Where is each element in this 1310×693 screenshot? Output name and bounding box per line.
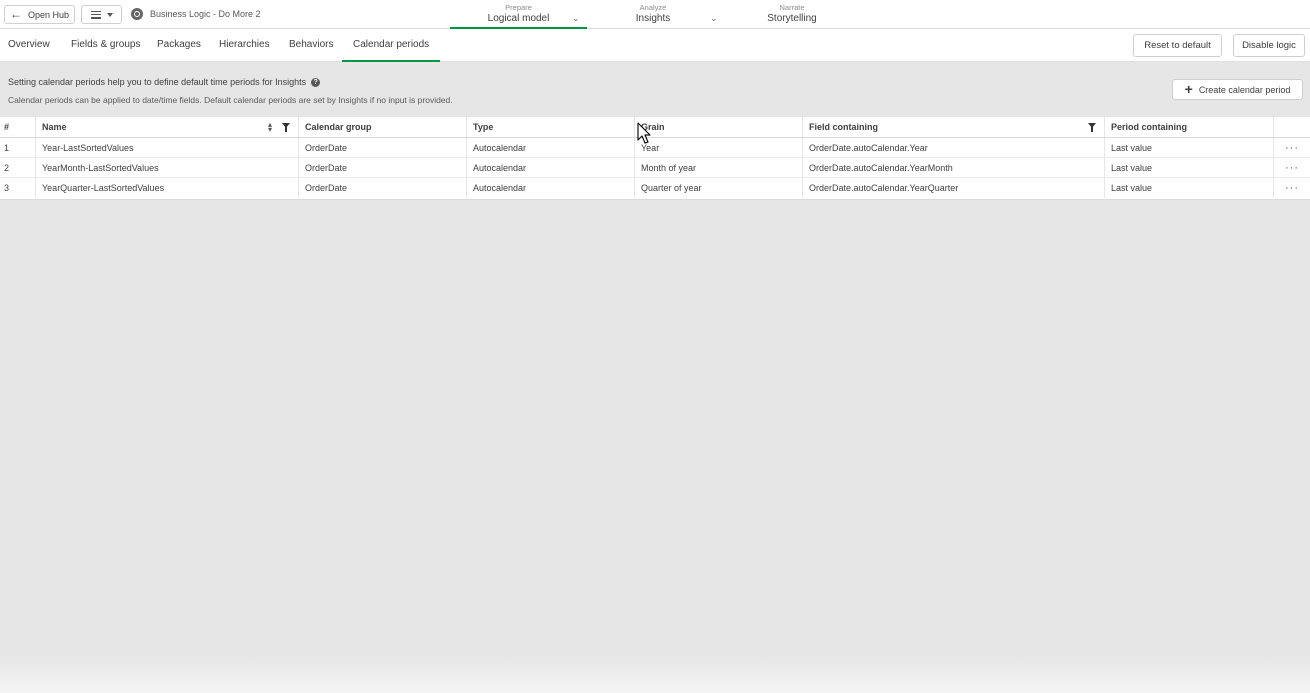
- mouse-cursor-icon: [637, 122, 651, 144]
- cell-field-containing: OrderDate.autoCalendar.Year: [803, 138, 1105, 157]
- table-row[interactable]: 2 YearMonth-LastSortedValues OrderDate A…: [0, 158, 1310, 178]
- cell-grain: Quarter of year: [635, 178, 803, 198]
- header-period-containing[interactable]: Period containing: [1105, 117, 1274, 137]
- cell-grain: Year: [635, 138, 803, 157]
- stage-narrate-label: Narrate: [779, 3, 805, 12]
- tab-bar: Overview Fields & groups Packages Hierar…: [0, 29, 1310, 62]
- cell-name: YearQuarter-LastSortedValues: [36, 178, 299, 198]
- header-field-containing-label: Field containing: [809, 122, 878, 132]
- plus-icon: +: [1184, 80, 1193, 97]
- cell-index: 1: [0, 138, 36, 157]
- cell-name: YearMonth-LastSortedValues: [36, 158, 299, 177]
- header-name[interactable]: Name ▴ ▾: [36, 117, 299, 137]
- back-arrow-icon: ←: [9, 7, 22, 21]
- header-field-containing[interactable]: Field containing: [803, 117, 1105, 137]
- header-index: #: [0, 117, 36, 137]
- cell-field-containing: OrderDate.autoCalendar.YearQuarter: [803, 178, 1105, 198]
- cell-calendar-group: OrderDate: [299, 158, 467, 177]
- reset-to-default-button[interactable]: Reset to default: [1133, 34, 1222, 57]
- table-header-row: # Name ▴ ▾ Calendar group Type Grain Fiel…: [0, 117, 1310, 138]
- top-bar: ← Open Hub Business Logic - Do More 2 Pr…: [0, 0, 1310, 29]
- more-icon[interactable]: ···: [1274, 158, 1310, 177]
- cell-field-containing: OrderDate.autoCalendar.YearMonth: [803, 158, 1105, 177]
- help-icon[interactable]: ?: [311, 77, 321, 87]
- tab-packages[interactable]: Packages: [157, 29, 201, 62]
- tab-calendar-periods[interactable]: Calendar periods: [342, 29, 441, 62]
- header-type[interactable]: Type: [467, 117, 635, 137]
- caret-down-icon: [106, 12, 113, 17]
- info-subtitle: Calendar periods can be applied to date/…: [8, 95, 453, 105]
- calendar-periods-table: # Name ▴ ▾ Calendar group Type Grain Fiel…: [0, 117, 1310, 200]
- stage-prepare-value: Logical model: [487, 13, 550, 24]
- sort-icon[interactable]: ▴ ▾: [268, 121, 272, 134]
- row-menu-dots: ···: [1285, 182, 1299, 194]
- cell-type: Autocalendar: [467, 178, 635, 198]
- chevron-down-icon[interactable]: ⌄: [710, 13, 718, 24]
- tab-overview[interactable]: Overview: [8, 29, 50, 62]
- cell-period-containing: Last value: [1105, 138, 1274, 157]
- stage-analyze-value: Insights: [635, 13, 671, 24]
- more-icon[interactable]: ···: [1274, 138, 1310, 157]
- info-title-text: Setting calendar periods help you to def…: [8, 77, 307, 87]
- hamburger-icon: [90, 10, 101, 19]
- tab-behaviors[interactable]: Behaviors: [289, 29, 333, 62]
- cell-calendar-group: OrderDate: [299, 138, 467, 157]
- chevron-down-icon[interactable]: ⌄: [572, 13, 580, 24]
- bottom-fade: [0, 655, 1310, 693]
- cell-name: Year-LastSortedValues: [36, 138, 299, 157]
- tab-hierarchies[interactable]: Hierarchies: [219, 29, 270, 62]
- create-calendar-period-button[interactable]: + Create calendar period: [1172, 79, 1303, 100]
- disable-logic-button[interactable]: Disable logic: [1233, 34, 1305, 57]
- row-menu-dots: ···: [1285, 161, 1299, 174]
- filter-icon[interactable]: [1088, 123, 1096, 132]
- header-grain[interactable]: Grain: [635, 117, 803, 137]
- stage-analyze-label: Analyze: [639, 3, 667, 12]
- cell-index: 2: [0, 158, 36, 177]
- table-row[interactable]: 1 Year-LastSortedValues OrderDate Autoca…: [0, 138, 1310, 158]
- header-name-label: Name: [42, 122, 67, 132]
- row-menu-dots: ···: [1285, 141, 1299, 154]
- cell-period-containing: Last value: [1105, 178, 1274, 198]
- app-title: Business Logic - Do More 2: [150, 9, 261, 19]
- app-icon: [131, 8, 143, 20]
- stage-prepare[interactable]: Prepare Logical model: [450, 0, 587, 29]
- cell-calendar-group: OrderDate: [299, 178, 467, 198]
- stage-analyze[interactable]: Analyze Insights: [620, 0, 686, 29]
- header-actions: [1274, 117, 1310, 137]
- stage-narrate[interactable]: Narrate Storytelling: [750, 0, 834, 29]
- cell-index: 3: [0, 178, 36, 198]
- cell-type: Autocalendar: [467, 158, 635, 177]
- open-hub-button[interactable]: ← Open Hub: [4, 5, 75, 24]
- cell-type: Autocalendar: [467, 138, 635, 157]
- more-icon[interactable]: ···: [1274, 178, 1310, 198]
- header-calendar-group[interactable]: Calendar group: [299, 117, 467, 137]
- cell-grain: Month of year: [635, 158, 803, 177]
- cell-period-containing: Last value: [1105, 158, 1274, 177]
- create-calendar-period-label: Create calendar period: [1198, 84, 1291, 95]
- navigation-menu-button[interactable]: [81, 5, 122, 24]
- table-row[interactable]: 3 YearQuarter-LastSortedValues OrderDate…: [0, 178, 1310, 198]
- stage-narrate-value: Storytelling: [767, 13, 817, 24]
- info-title: Setting calendar periods help you to def…: [8, 77, 321, 87]
- open-hub-label: Open Hub: [27, 9, 70, 20]
- stage-prepare-label: Prepare: [505, 3, 532, 12]
- filter-icon[interactable]: [282, 123, 290, 132]
- tab-fields-groups[interactable]: Fields & groups: [71, 29, 140, 62]
